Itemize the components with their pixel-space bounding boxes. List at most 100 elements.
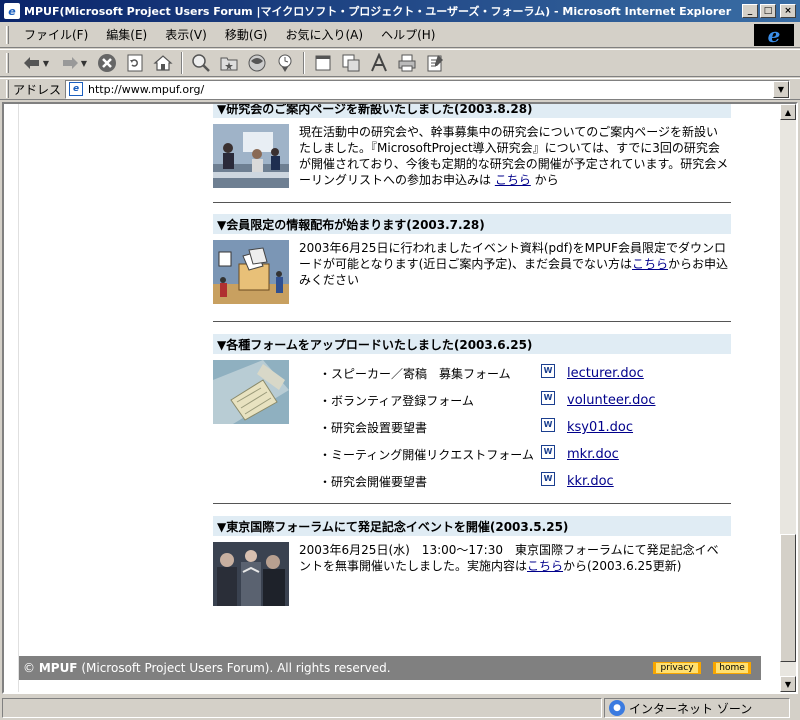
ie-app-icon[interactable]: e: [4, 3, 20, 19]
news-section-title: ▼会員限定の情報配布が始まります(2003.7.28): [213, 214, 731, 234]
minimize-button[interactable]: _: [742, 4, 758, 18]
word-doc-icon[interactable]: W: [541, 417, 555, 432]
news-text: 現在活動中の研究会や、幹事募集中の研究会についてのご案内ページを新設いたしました…: [299, 124, 729, 188]
menu-edit[interactable]: 編集(E): [97, 24, 156, 45]
globe-icon: ●: [609, 700, 625, 716]
footer-text: (Microsoft Project Users Forum). All rig…: [81, 661, 391, 675]
privacy-button[interactable]: privacy: [653, 662, 701, 674]
font-size-button[interactable]: [367, 51, 391, 75]
search-button[interactable]: [189, 51, 213, 75]
mail-icon: [342, 54, 360, 72]
form-download-link[interactable]: ksy01.doc: [567, 420, 633, 435]
edit-button[interactable]: [423, 51, 447, 75]
form-label: ・スピーカー／寄稿 募集フォーム: [319, 367, 511, 381]
stop-icon: [98, 54, 116, 72]
word-doc-icon[interactable]: W: [541, 390, 555, 405]
news-link-kochira[interactable]: こちら: [495, 173, 531, 187]
content-viewport: ▼研究会のご案内ページを新設いたしました(2003.8.28) 現在活動中の研究…: [2, 102, 798, 694]
back-arrow-icon: [23, 57, 39, 69]
favorites-button[interactable]: [217, 51, 241, 75]
news-section-title: ▼各種フォームをアップロードいたしました(2003.6.25): [213, 334, 731, 354]
maximize-button[interactable]: □: [760, 4, 776, 18]
address-grip[interactable]: [6, 80, 9, 98]
history-icon: [278, 54, 292, 72]
zone-label: インターネット ゾーン: [629, 701, 753, 716]
scroll-up-button[interactable]: ▲: [780, 104, 796, 120]
form-label: ・研究会開催要望書: [319, 475, 428, 489]
forward-arrow-icon: [62, 57, 78, 69]
home-footer-button[interactable]: home: [713, 662, 751, 674]
form-row: ・研究会設置要望書 W ksy01.doc: [319, 414, 655, 441]
stop-button[interactable]: [95, 51, 119, 75]
address-label: アドレス: [13, 82, 62, 97]
font-a-icon: [371, 53, 387, 72]
word-doc-icon[interactable]: W: [541, 444, 555, 459]
form-row: ・ミーティング開催リクエストフォーム W mkr.doc: [319, 441, 655, 468]
form-download-link[interactable]: kkr.doc: [567, 474, 614, 489]
address-box: e ▼: [65, 79, 790, 99]
forward-button[interactable]: ▼: [57, 51, 91, 75]
refresh-icon: [127, 54, 143, 72]
print-button[interactable]: [395, 51, 419, 75]
form-row: ・スピーカー／寄稿 募集フォーム W lecturer.doc: [319, 360, 655, 387]
zone-panel: ● インターネット ゾーン: [604, 698, 790, 718]
home-icon: [153, 55, 173, 71]
news-link-kochira[interactable]: こちら: [632, 257, 668, 271]
toolbar-separator: [181, 52, 183, 74]
news-section-event: ▼東京国際フォーラムにて発足記念イベントを開催(2003.5.25) 2003年…: [213, 516, 731, 606]
toolbar-grip[interactable]: [6, 53, 9, 73]
address-input[interactable]: [86, 81, 773, 97]
toolbar: ▼ ▼: [0, 49, 800, 77]
news-text: 2003年6月25日に行われましたイベント資料(pdf)をMPUF会員限定でダウ…: [299, 240, 729, 304]
news-body-text-after: から: [530, 173, 559, 187]
menu-help[interactable]: ヘルプ(H): [372, 24, 444, 45]
section-divider: [213, 321, 731, 322]
status-bar: ● インターネット ゾーン: [0, 696, 800, 720]
menu-go[interactable]: 移動(G): [216, 24, 277, 45]
news-text: 2003年6月25日(水) 13:00～17:30 東京国際フォーラムにて発足記…: [299, 542, 729, 606]
document-illustration-thumbnail: [213, 240, 289, 304]
home-label: home: [716, 663, 748, 673]
title-bar: e MPUF(Microsoft Project Users Forum |マイ…: [0, 0, 800, 22]
close-button[interactable]: ×: [780, 4, 796, 18]
back-dropdown-icon[interactable]: ▼: [43, 59, 49, 68]
edit-note-icon: [427, 55, 443, 72]
form-download-link[interactable]: volunteer.doc: [567, 393, 655, 408]
form-row: ・ボランティア登録フォーム W volunteer.doc: [319, 387, 655, 414]
news-section-title: ▼東京国際フォーラムにて発足記念イベントを開催(2003.5.25): [213, 516, 731, 536]
word-doc-icon[interactable]: W: [541, 471, 555, 486]
address-dropdown-button[interactable]: ▼: [773, 80, 789, 98]
page-icon: e: [69, 82, 84, 96]
page-footer: © MPUF (Microsoft Project Users Forum). …: [19, 656, 761, 680]
menu-view[interactable]: 表示(V): [156, 24, 216, 45]
printer-icon: [398, 54, 416, 72]
documents-photo-thumbnail: [213, 360, 289, 424]
refresh-button[interactable]: [123, 51, 147, 75]
form-download-link[interactable]: mkr.doc: [567, 447, 619, 462]
menu-favorites[interactable]: お気に入り(A): [276, 24, 372, 45]
back-button[interactable]: ▼: [19, 51, 53, 75]
vertical-scrollbar[interactable]: ▲ ▼: [780, 104, 796, 692]
ie-logo-icon: e: [754, 23, 794, 47]
news-section-research: ▼研究会のご案内ページを新設いたしました(2003.8.28) 現在活動中の研究…: [213, 104, 731, 188]
section-divider: [213, 202, 731, 203]
mail-button[interactable]: [339, 51, 363, 75]
news-link-kochira[interactable]: こちら: [527, 559, 563, 573]
menu-file[interactable]: ファイル(F): [15, 24, 97, 45]
word-doc-icon[interactable]: W: [541, 363, 555, 378]
scroll-down-button[interactable]: ▼: [780, 676, 796, 692]
search-icon: [192, 54, 210, 72]
fullscreen-button[interactable]: [311, 51, 335, 75]
home-button[interactable]: [151, 51, 175, 75]
forward-dropdown-icon[interactable]: ▼: [81, 59, 87, 68]
menu-bar: ファイル(F) 編集(E) 表示(V) 移動(G) お気に入り(A) ヘルプ(H…: [0, 22, 800, 48]
media-button[interactable]: [245, 51, 269, 75]
section-divider: [213, 503, 731, 504]
favorites-folder-icon: [220, 57, 238, 71]
scroll-thumb[interactable]: [780, 534, 796, 662]
menu-grip[interactable]: [6, 25, 9, 44]
history-button[interactable]: [273, 51, 297, 75]
form-label: ・ミーティング開催リクエストフォーム: [319, 448, 534, 462]
form-download-link[interactable]: lecturer.doc: [567, 366, 644, 381]
footer-brand: MPUF: [38, 661, 78, 675]
